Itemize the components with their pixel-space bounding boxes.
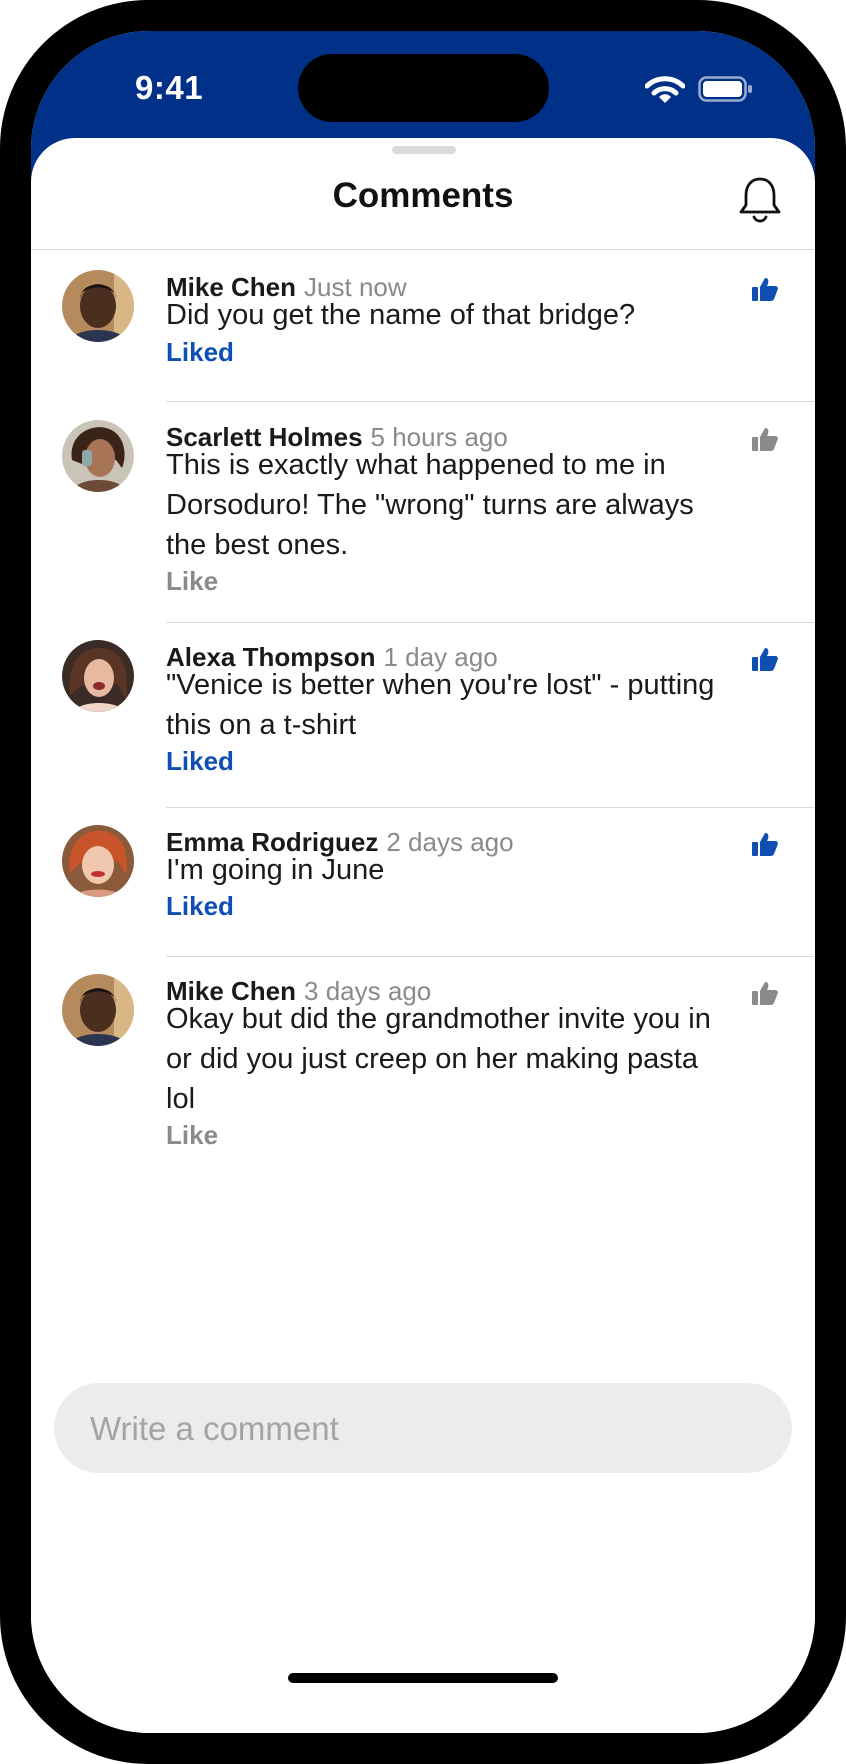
comment-text: Did you get the name of that bridge? [166,299,636,331]
thumbs-up-icon[interactable] [751,831,779,857]
comment-text: "Venice is better when you're lost" - pu… [166,669,715,741]
like-button[interactable]: Liked [166,891,234,922]
home-indicator[interactable] [288,1673,558,1683]
comment-text: I'm going in June [166,854,385,886]
comment-input[interactable] [88,1383,772,1475]
comment-text: Okay but did the grandmother invite you … [166,1003,711,1115]
comment-composer [54,1383,792,1475]
screen: 9:41 Comments Mike Chen Just now Did you… [31,31,815,1733]
row-divider [166,401,815,402]
phone-frame: 9:41 Comments Mike Chen Just now Did you… [0,0,846,1764]
comments-sheet: Comments Mike Chen Just now Did you get … [31,138,815,1733]
thumbs-up-icon[interactable] [751,980,779,1006]
like-button[interactable]: Like [166,566,218,597]
bell-icon[interactable] [737,174,783,224]
like-button[interactable]: Liked [166,337,234,368]
wifi-icon [645,76,685,103]
avatar[interactable] [62,974,134,1046]
avatar[interactable] [62,420,134,492]
comment-text: This is exactly what happened to me in D… [166,449,694,561]
battery-icon [698,76,752,102]
avatar[interactable] [62,270,134,342]
row-divider [166,956,815,957]
status-time: 9:41 [135,69,204,106]
dynamic-island [298,54,549,122]
thumbs-up-icon[interactable] [751,276,779,302]
avatar[interactable] [62,640,134,712]
like-button[interactable]: Like [166,1120,218,1151]
header-divider [31,249,815,250]
thumbs-up-icon[interactable] [751,646,779,672]
row-divider [166,622,815,623]
thumbs-up-icon[interactable] [751,426,779,452]
row-divider [166,807,815,808]
like-button[interactable]: Liked [166,746,234,777]
page-title: Comments [332,176,514,215]
avatar[interactable] [62,825,134,897]
sheet-grabber[interactable] [392,146,456,154]
